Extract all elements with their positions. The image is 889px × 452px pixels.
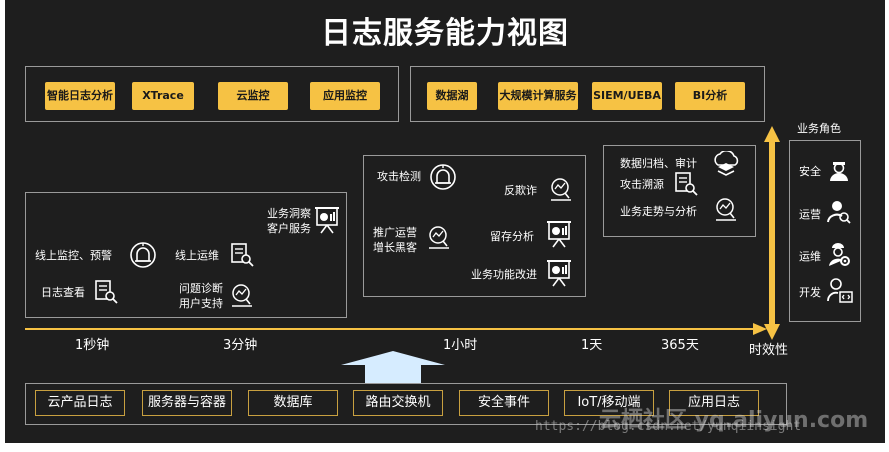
role-maintenance: 运维 (799, 250, 821, 263)
security-person-icon (827, 156, 851, 182)
label-anti-fraud: 反欺诈 (504, 184, 537, 197)
label-problem-diagnosis: 问题诊断 (179, 282, 223, 295)
page-title: 日志服务能力视图 (321, 16, 569, 51)
chart-magnifier-icon (713, 196, 739, 222)
upward-data-arrow (341, 351, 445, 383)
tick-1-day: 1天 (581, 338, 603, 353)
label-growth-hacking: 增长黑客 (373, 241, 417, 254)
label-business-insight: 业务洞察 (267, 207, 311, 220)
alarm-icon (429, 162, 457, 190)
role-security: 安全 (799, 165, 821, 178)
chart-magnifier-icon (426, 224, 452, 250)
button-bi-analysis[interactable]: BI分析 (675, 82, 745, 110)
button-cloud-monitor[interactable]: 云监控 (218, 82, 288, 110)
developer-code-icon (827, 277, 853, 303)
label-attack-tracing: 攻击溯源 (620, 178, 664, 191)
document-search-icon (93, 278, 119, 304)
source-router-switch[interactable]: 路由交换机 (353, 390, 443, 416)
person-search-icon (827, 199, 851, 225)
presentation-chart-icon (545, 219, 573, 249)
alarm-icon (129, 240, 157, 268)
source-database[interactable]: 数据库 (248, 390, 338, 416)
timeliness-label: 时效性 (749, 343, 789, 358)
role-developer: 开发 (799, 286, 821, 299)
button-xtrace[interactable]: XTrace (132, 82, 194, 110)
role-operations: 运营 (799, 208, 821, 221)
button-data-lake[interactable]: 数据湖 (427, 82, 477, 110)
timeline-axis (25, 322, 767, 336)
source-cloud-product-log[interactable]: 云产品日志 (35, 390, 125, 416)
cloud-stack-icon (710, 151, 742, 179)
button-smart-log-analysis[interactable]: 智能日志分析 (45, 82, 115, 110)
diagram-canvas: 日志服务能力视图 智能日志分析 XTrace 云监控 应用监控 数据湖 大规模计… (5, 0, 885, 443)
roles-title: 业务角色 (797, 122, 841, 135)
label-user-support: 用户支持 (179, 297, 223, 310)
presentation-chart-icon (545, 258, 573, 288)
tick-1-second: 1秒钟 (75, 338, 110, 353)
tick-365-days: 365天 (661, 338, 699, 353)
chart-magnifier-icon (229, 282, 255, 308)
button-siem-ueba[interactable]: SIEM/UEBA (592, 82, 662, 110)
chart-magnifier-icon (548, 176, 574, 202)
presentation-chart-icon (313, 205, 341, 235)
label-online-ops: 线上运维 (175, 249, 219, 262)
label-online-monitor-alert: 线上监控、预警 (35, 249, 112, 262)
document-search-icon (673, 170, 699, 196)
label-log-view: 日志查看 (41, 286, 85, 299)
document-search-icon (229, 241, 255, 267)
label-archive-audit: 数据归档、审计 (620, 157, 697, 170)
label-feature-improvement: 业务功能改进 (471, 268, 537, 281)
label-trend-analysis: 业务走势与分析 (620, 205, 697, 218)
label-customer-service: 客户服务 (267, 222, 311, 235)
watermark-url: https://blog.csdn.net/yunqiinsight (535, 419, 802, 434)
source-security-event[interactable]: 安全事件 (459, 390, 549, 416)
label-attack-detection: 攻击检测 (377, 170, 421, 183)
tick-1-hour: 1小时 (443, 338, 478, 353)
label-promotion-ops: 推广运营 (373, 226, 417, 239)
engineer-gear-icon (827, 241, 851, 267)
vertical-double-arrow (762, 126, 782, 340)
source-server-container[interactable]: 服务器与容器 (142, 390, 232, 416)
tick-3-minutes: 3分钟 (223, 338, 258, 353)
label-retention-analysis: 留存分析 (490, 230, 534, 243)
button-large-scale-compute[interactable]: 大规模计算服务 (498, 82, 578, 110)
button-app-monitor[interactable]: 应用监控 (310, 82, 380, 110)
